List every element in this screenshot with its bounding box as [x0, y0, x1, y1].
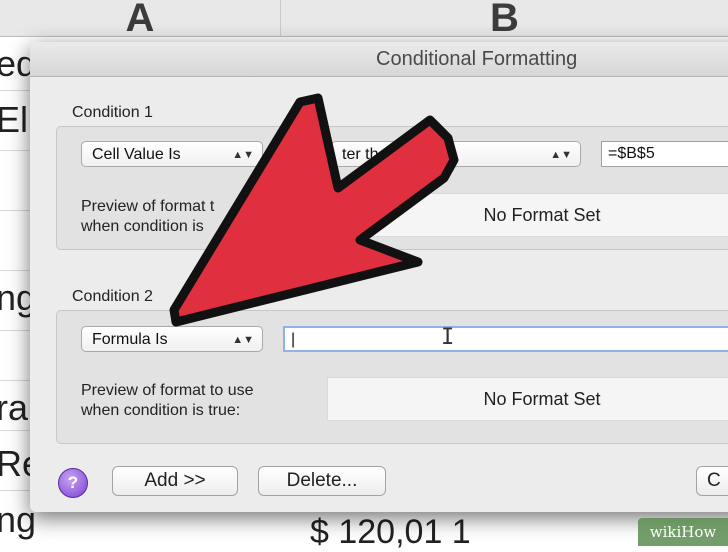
updown-chevron-icon: ▲▼	[232, 334, 254, 346]
condition-1-preview-box: No Format Set	[327, 193, 728, 237]
condition-2-formula-field[interactable]: |	[283, 326, 728, 352]
updown-chevron-icon: ▲▼	[232, 149, 254, 161]
help-button[interactable]: ?	[58, 468, 88, 498]
condition-1-type-value: Cell Value Is	[92, 146, 181, 163]
dialog-title: Conditional Formatting	[376, 48, 578, 70]
text-cursor-icon: I	[441, 325, 455, 350]
column-header-a[interactable]: A	[0, 0, 281, 37]
condition-2-type-select[interactable]: Formula Is ▲▼	[81, 326, 263, 352]
condition-2-preview-box: No Format Set	[327, 377, 728, 421]
updown-chevron-icon: ▲▼	[550, 149, 572, 161]
condition-1-operator-select[interactable]: ter th ▲▼	[331, 141, 581, 167]
cell-text: ra	[0, 387, 29, 428]
delete-button[interactable]: Delete...	[258, 466, 386, 496]
condition-1-formula-field[interactable]: =$B$5	[601, 141, 728, 167]
conditional-formatting-dialog: Conditional Formatting Condition 1 Cell …	[30, 42, 728, 512]
cell-text-amount: $ 120,01 1	[310, 513, 471, 551]
preview-label-line: when condition is	[81, 218, 204, 235]
condition-1-preview-label: Preview of format t when condition is	[81, 197, 214, 237]
condition-2-group: Formula Is ▲▼ | I Preview of format to u…	[56, 310, 728, 444]
cell-text: El	[0, 99, 29, 140]
condition-1-label: Condition 1	[72, 104, 153, 121]
condition-2-type-value: Formula Is	[92, 331, 168, 348]
condition-1-operator-value: ter th	[342, 146, 379, 163]
condition-1-type-select[interactable]: Cell Value Is ▲▼	[81, 141, 263, 167]
preview-label-line: Preview of format to use	[81, 382, 254, 399]
watermark-text: wikiHow	[649, 523, 717, 541]
add-button[interactable]: Add >>	[112, 466, 238, 496]
column-header-b[interactable]: B	[281, 0, 728, 37]
condition-2-label: Condition 2	[72, 288, 153, 305]
watermark-logo: wikiHow	[638, 518, 728, 546]
cancel-button[interactable]: C	[696, 466, 728, 496]
preview-label-line: when condition is true:	[81, 402, 241, 419]
preview-label-line: Preview of format t	[81, 198, 215, 215]
dialog-titlebar[interactable]: Conditional Formatting	[30, 42, 728, 77]
condition-2-preview-label: Preview of format to use when condition …	[81, 381, 254, 421]
condition-1-group: Cell Value Is ▲▼ ter th ▲▼ =$B$5 Preview…	[56, 126, 728, 250]
